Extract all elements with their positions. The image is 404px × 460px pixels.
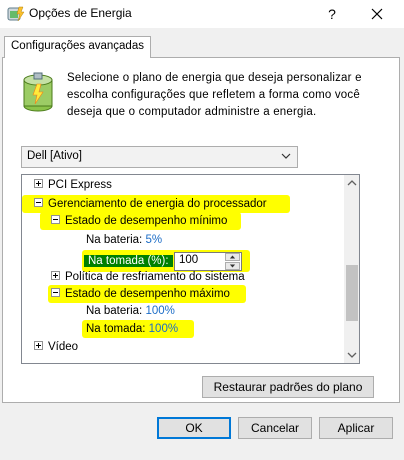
restore-defaults-button[interactable]: Restaurar padrões do plano	[202, 376, 374, 398]
scroll-thumb[interactable]	[346, 265, 358, 321]
setting-value[interactable]: 100%	[145, 305, 174, 317]
settings-tree[interactable]: PCI Express Gerenciamento de energia do …	[21, 174, 360, 364]
collapse-icon[interactable]	[34, 198, 43, 208]
apply-button[interactable]: Aplicar	[319, 417, 393, 439]
setting-label: Na bateria:	[86, 305, 143, 317]
title-bar: Opções de Energia ?	[0, 0, 404, 28]
setting-label-selected: Na tomada (%):	[84, 255, 173, 267]
tree-items: PCI Express Gerenciamento de energia do …	[22, 175, 344, 363]
tree-item-pci-express[interactable]: PCI Express	[34, 176, 112, 194]
setting-value[interactable]: 5%	[145, 234, 162, 246]
tree-item-label: PCI Express	[48, 179, 112, 191]
tree-item-label: Vídeo	[48, 341, 79, 353]
collapse-icon[interactable]	[51, 288, 60, 298]
tree-item-processor-power[interactable]: Gerenciamento de energia do processador	[34, 195, 267, 213]
tree-item-min-battery[interactable]: Na bateria: 5%	[86, 231, 162, 249]
power-plan-dropdown[interactable]: Dell [Ativo]	[21, 146, 298, 168]
tree-scrollbar[interactable]	[344, 175, 360, 363]
tree-item-cooling-policy[interactable]: Política de resfriamento do sistema	[51, 268, 245, 286]
tab-advanced-settings[interactable]: Configurações avançadas	[4, 36, 151, 58]
tree-item-min-state[interactable]: Estado de desempenho mínimo	[51, 212, 227, 230]
ok-button[interactable]: OK	[157, 417, 231, 439]
tree-item-label: Estado de desempenho mínimo	[65, 215, 228, 227]
cancel-button[interactable]: Cancelar	[238, 417, 312, 439]
dialog-body: Configurações avançadas Selecione o plan…	[0, 28, 404, 460]
close-icon[interactable]	[366, 3, 388, 25]
tree-item-max-plugged[interactable]: Na tomada: 100%	[86, 320, 178, 338]
battery-plan-icon	[23, 72, 53, 112]
tree-item-label: Estado de desempenho máximo	[65, 288, 230, 300]
window-title: Opções de Energia	[29, 6, 132, 20]
setting-label: Na bateria:	[86, 234, 143, 246]
description-text: Selecione o plano de energia que deseja …	[67, 72, 362, 118]
tree-item-label: Gerenciamento de energia do processador	[48, 198, 267, 210]
tree-item-label: Política de resfriamento do sistema	[65, 271, 245, 283]
expand-icon[interactable]	[51, 271, 60, 281]
tree-item-max-battery[interactable]: Na bateria: 100%	[86, 302, 175, 320]
collapse-icon[interactable]	[51, 215, 60, 225]
tree-item-max-state[interactable]: Estado de desempenho máximo	[51, 285, 230, 303]
selected-plan: Dell [Ativo]	[27, 150, 82, 162]
spin-up-icon[interactable]	[225, 253, 240, 261]
setting-label: Na tomada:	[86, 323, 146, 335]
setting-value[interactable]: 100%	[149, 323, 178, 335]
expand-icon[interactable]	[34, 341, 43, 351]
scroll-up-icon[interactable]	[344, 175, 360, 191]
help-button[interactable]: ?	[322, 4, 342, 24]
scroll-down-icon[interactable]	[344, 347, 360, 363]
expand-icon[interactable]	[34, 179, 43, 189]
tree-item-video[interactable]: Vídeo	[34, 338, 78, 356]
chevron-down-icon	[281, 153, 291, 159]
power-options-icon	[7, 6, 25, 22]
